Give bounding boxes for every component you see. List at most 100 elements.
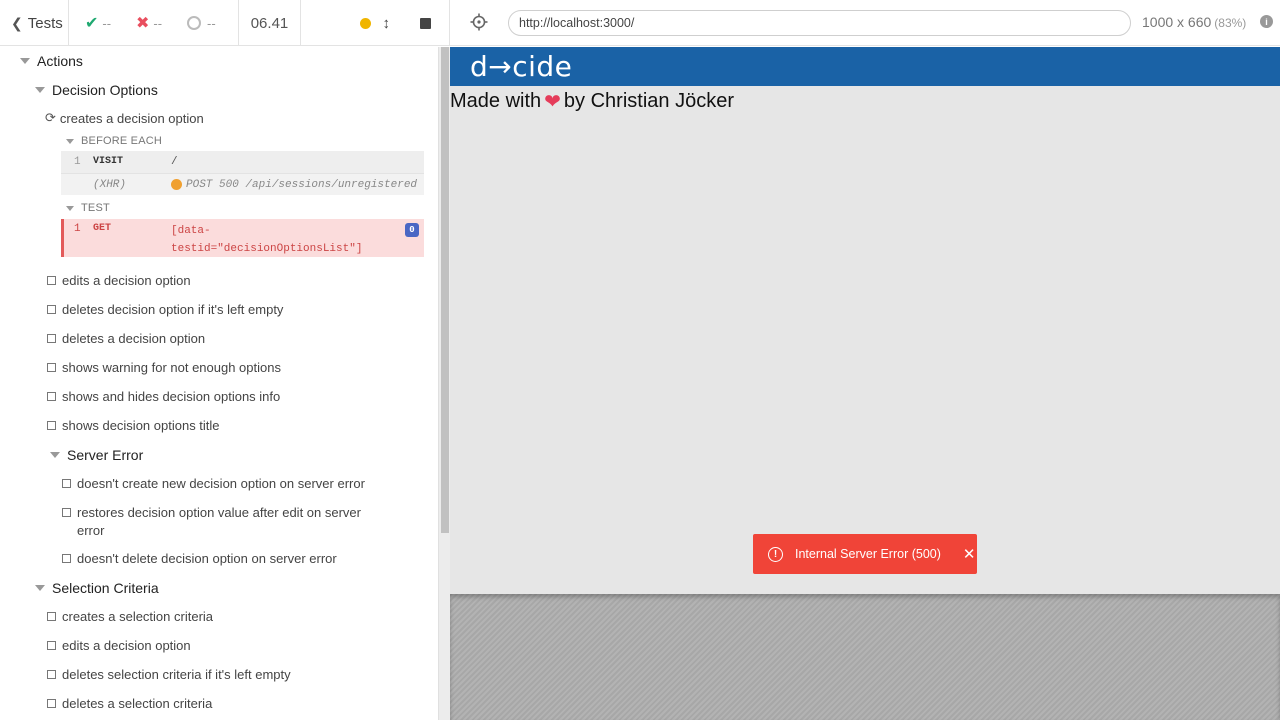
warning-icon: ! — [768, 546, 783, 562]
aut-header: http://localhost:3000/ 1000 x 660 (83%) i — [450, 0, 1280, 46]
test-item[interactable]: doesn't create new decision option on se… — [62, 476, 365, 491]
pending-count: -- — [207, 15, 216, 31]
heart-icon: ❤ — [544, 91, 561, 113]
aut-background — [450, 594, 1280, 720]
test-title: edits a decision option — [62, 273, 191, 288]
command-name: VISIT — [93, 156, 124, 167]
pending-test-icon — [47, 612, 56, 621]
runnable-list: Actions Decision Options ⟳ creates a dec… — [0, 47, 438, 720]
pending-test-icon — [47, 641, 56, 650]
pending-test-icon — [47, 699, 56, 708]
command-get[interactable]: 1 GET [data- testid="decisionOptionsList… — [61, 219, 424, 257]
command-number: 1 — [74, 156, 81, 168]
viewport-dimensions: 1000 x 660 — [1142, 14, 1212, 30]
test-item[interactable]: creates a selection criteria — [47, 609, 213, 624]
app-logo: d→cide — [470, 50, 573, 83]
test-title: deletes selection criteria if it's left … — [62, 667, 291, 682]
test-item[interactable]: doesn't delete decision option on server… — [62, 551, 337, 566]
command-message: / — [171, 156, 178, 168]
pending-test-icon — [47, 392, 56, 401]
passed-stat: ✔ -- — [85, 13, 136, 33]
reporter-scrollbar[interactable] — [438, 47, 450, 720]
hook-title: BEFORE EACH — [81, 135, 163, 147]
test-item[interactable]: deletes selection criteria if it's left … — [47, 667, 291, 682]
test-title: deletes decision option if it's left emp… — [62, 302, 284, 317]
made-with-author: by Christian Jöcker — [563, 90, 734, 112]
info-icon[interactable]: i — [1260, 15, 1273, 28]
test-title-continuation: error — [77, 523, 104, 538]
test-item[interactable]: deletes a decision option — [47, 331, 205, 346]
pending-test-icon — [47, 363, 56, 372]
suite-selection-criteria[interactable]: Selection Criteria — [35, 580, 159, 596]
test-title: deletes a selection criteria — [62, 696, 213, 711]
test-item[interactable]: edits a decision option — [47, 273, 191, 288]
stop-icon[interactable] — [420, 17, 431, 29]
dot-icon — [359, 17, 371, 29]
collapse-icon — [66, 205, 74, 211]
command-name: GET — [93, 223, 112, 234]
test-title: shows and hides decision options info — [62, 389, 281, 404]
test-item[interactable]: restores decision option value after edi… — [62, 505, 361, 520]
command-visit[interactable]: 1 VISIT / — [61, 151, 424, 173]
pending-test-icon — [47, 334, 56, 343]
tests-button[interactable]: ❮ Tests — [0, 0, 69, 46]
collapse-icon — [20, 58, 30, 64]
test-running[interactable]: ⟳ creates a decision option — [45, 110, 204, 126]
test-item[interactable]: shows warning for not enough options — [47, 360, 281, 375]
test-title: doesn't create new decision option on se… — [77, 476, 365, 491]
test-title: creates a decision option — [59, 110, 204, 126]
suite-server-error[interactable]: Server Error — [50, 447, 143, 463]
reporter-header: ❮ Tests ✔ -- ✖ -- -- 06.41 ↕ — [0, 0, 450, 46]
pending-test-icon — [62, 479, 71, 488]
suite-actions[interactable]: Actions — [20, 53, 83, 69]
test-title: error — [77, 523, 105, 538]
refresh-icon: ⟳ — [45, 110, 56, 125]
test-title: creates a selection criteria — [62, 609, 214, 624]
close-icon[interactable]: ✕ — [963, 545, 976, 563]
test-title: doesn't delete decision option on server… — [77, 551, 337, 566]
collapse-icon — [35, 87, 45, 93]
command-message: [data- testid="decisionOptionsList"] — [171, 225, 363, 255]
app-header: d→cide — [450, 47, 1280, 86]
x-icon: ✖ — [136, 15, 150, 32]
chevron-left-icon: ❮ — [11, 14, 23, 31]
viewport-scale: (83%) — [1214, 16, 1247, 30]
hook-before-each[interactable]: BEFORE EACH — [66, 135, 162, 147]
command-message: POST 500 /api/sessions/unregistered — [186, 179, 418, 191]
collapse-icon — [50, 452, 60, 458]
test-item[interactable]: deletes a selection criteria — [47, 696, 212, 711]
suite-title: Actions — [37, 53, 83, 69]
pending-test-icon — [62, 554, 71, 563]
tests-label: Tests — [27, 14, 63, 32]
pending-test-icon — [47, 421, 56, 430]
pending-circle-icon — [187, 16, 201, 30]
pending-test-icon — [47, 305, 56, 314]
made-with-text: Made with ❤ by Christian Jöcker — [450, 89, 734, 114]
url-input[interactable]: http://localhost:3000/ — [508, 10, 1131, 36]
viewport-size: 1000 x 660 (83%) — [1142, 14, 1246, 30]
crosshair-icon[interactable] — [470, 13, 488, 31]
stats: ✔ -- ✖ -- -- — [69, 0, 239, 46]
test-item[interactable]: shows and hides decision options info — [47, 389, 280, 404]
test-item[interactable]: deletes decision option if it's left emp… — [47, 302, 283, 317]
suite-decision-options[interactable]: Decision Options — [35, 82, 158, 98]
run-controls: ↕ — [301, 0, 450, 46]
suite-title: Server Error — [67, 447, 144, 463]
failed-count: -- — [153, 15, 163, 31]
scrollbar-thumb[interactable] — [441, 47, 449, 533]
hook-title: TEST — [81, 202, 110, 214]
command-xhr[interactable]: (XHR) POST 500 /api/sessions/unregistere… — [61, 173, 424, 195]
duration: 06.41 — [239, 0, 301, 46]
updown-arrows-icon[interactable]: ↕ — [383, 15, 391, 32]
made-with-prefix: Made with — [450, 90, 542, 112]
pending-stat: -- — [187, 16, 238, 31]
command-number: 1 — [74, 223, 81, 235]
toast-message: Internal Server Error (500) — [795, 547, 941, 561]
test-item[interactable]: edits a decision option — [47, 638, 191, 653]
reporter-panel: ❮ Tests ✔ -- ✖ -- -- 06.41 ↕ Actions Dec… — [0, 0, 450, 720]
check-icon: ✔ — [85, 15, 99, 32]
pending-test-icon — [62, 508, 71, 517]
hook-test[interactable]: TEST — [66, 202, 110, 214]
app-under-test: d→cide Made with ❤ by Christian Jöcker !… — [450, 47, 1280, 594]
test-item[interactable]: shows decision options title — [47, 418, 220, 433]
